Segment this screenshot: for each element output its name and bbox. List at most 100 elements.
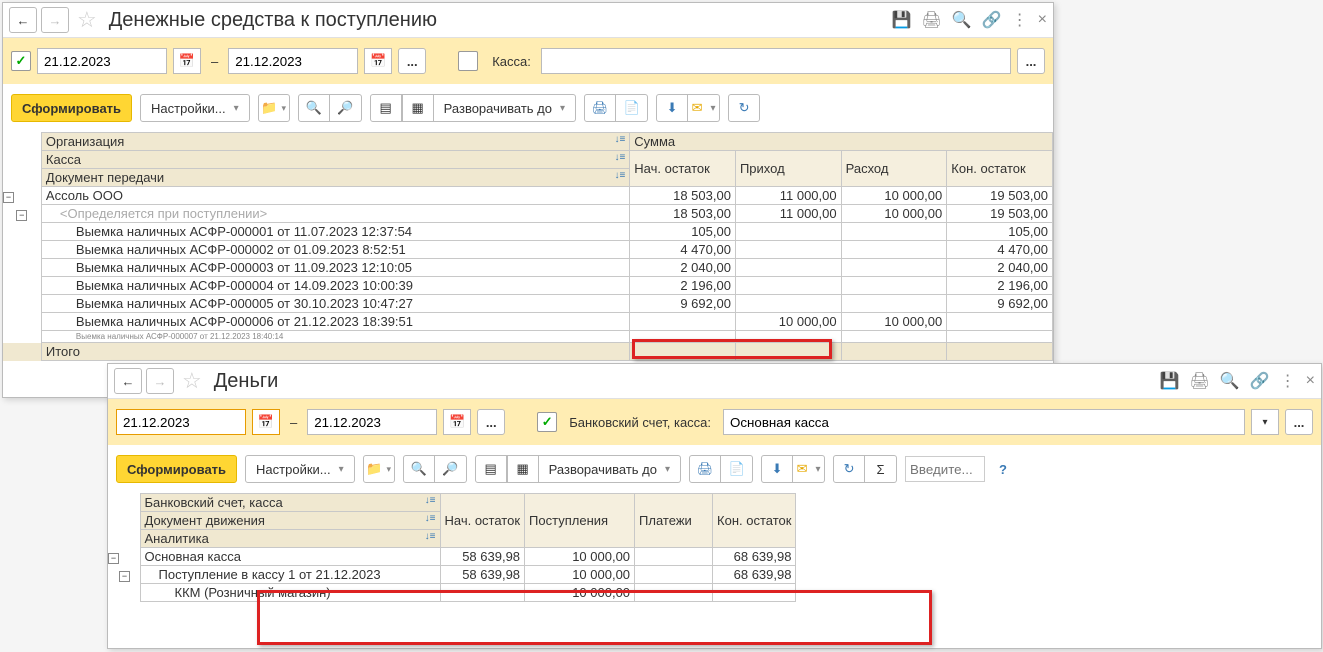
kassa-more-button[interactable]: ... <box>1017 48 1045 74</box>
kassa-label: Касса: <box>484 54 535 69</box>
favorite-icon[interactable]: ☆ <box>73 7 101 33</box>
print-icon[interactable]: 🖨 <box>922 10 942 30</box>
cell-label: Выемка наличных АСФР-000001 от 11.07.202… <box>41 223 629 241</box>
find-next-button[interactable]: 🔎 <box>330 94 362 122</box>
toolbar: Сформировать Настройки... 📁▾ 🔍 🔎 ▤ ▦ Раз… <box>108 445 1321 493</box>
save-icon[interactable]: 💾 <box>892 10 912 30</box>
table-row: − Ассоль ООО 18 503,00 11 000,00 10 000,… <box>3 187 1053 205</box>
folder-icon: 📁 <box>366 461 382 477</box>
total-row: Итого <box>3 343 1053 361</box>
expand-to-button[interactable]: Разворачивать до <box>539 455 681 483</box>
window-title: Денежные средства к поступлению <box>105 9 888 32</box>
expand-icon: ▤ <box>380 100 392 116</box>
cash-incoming-window: ← → ☆ Денежные средства к поступлению 💾 … <box>2 2 1054 398</box>
favorite-icon[interactable]: ☆ <box>178 368 206 394</box>
date-to-calendar-button[interactable]: 📅 <box>364 48 392 74</box>
refresh-button[interactable]: ↻ <box>833 455 865 483</box>
table-row: Выемка наличных АСФР-000001 от 11.07.202… <box>3 223 1053 241</box>
date-to-calendar-button[interactable]: 📅 <box>443 409 471 435</box>
nav-back-button[interactable]: ← <box>9 7 37 33</box>
close-icon[interactable]: × <box>1038 11 1047 29</box>
cell-label: Выемка наличных АСФР-000007 от 21.12.202… <box>41 331 629 343</box>
preview-button[interactable]: 📄 <box>721 455 753 483</box>
preview-icon[interactable]: 🔍 <box>952 10 972 30</box>
collapse-all-button[interactable]: ▦ <box>507 455 539 483</box>
kassa-checkbox[interactable] <box>458 51 478 71</box>
save-file-button[interactable]: ⬇ <box>656 94 688 122</box>
date-from-calendar-button[interactable]: 📅 <box>173 48 201 74</box>
toolbar: Сформировать Настройки... 📁▾ 🔍 🔎 ▤ ▦ Раз… <box>3 84 1053 132</box>
preview-page-icon: 📄 <box>623 100 639 116</box>
collapse-icon: ▦ <box>412 100 424 116</box>
link-icon[interactable]: 🔗 <box>1250 371 1270 391</box>
expand-icon: ▤ <box>485 461 497 477</box>
table-row: − Основная касса 58 639,98 10 000,00 68 … <box>108 548 796 566</box>
search-icon: 🔍 <box>306 100 322 116</box>
sum-button[interactable]: Σ <box>865 455 897 483</box>
help-icon[interactable]: ? <box>993 462 1007 477</box>
send-email-button[interactable]: ✉ <box>688 94 720 122</box>
cell-label: Выемка наличных АСФР-000004 от 14.09.202… <box>41 277 629 295</box>
mail-icon: ✉ <box>692 100 703 116</box>
period-more-button[interactable]: ... <box>398 48 426 74</box>
more-icon[interactable]: ⋮ <box>1280 371 1296 391</box>
date-from-calendar-button[interactable]: 📅 <box>252 409 280 435</box>
date-from-input[interactable] <box>37 48 167 74</box>
cell-label: ККМ (Розничный магазин) <box>140 584 440 602</box>
find-button[interactable]: 🔍 <box>298 94 330 122</box>
save-file-button[interactable]: ⬇ <box>761 455 793 483</box>
row-expander[interactable]: − <box>3 192 14 203</box>
nav-back-button[interactable]: ← <box>114 368 142 394</box>
col-sum: Сумма <box>630 133 1053 151</box>
account-checkbox[interactable] <box>537 412 557 432</box>
col-kassa: Касса↓≡ <box>41 151 629 169</box>
period-more-button[interactable]: ... <box>477 409 505 435</box>
settings-button[interactable]: Настройки... <box>245 455 355 483</box>
print-button[interactable]: 🖨 <box>689 455 721 483</box>
preview-icon[interactable]: 🔍 <box>1220 371 1240 391</box>
search-icon: 🔍 <box>411 461 427 477</box>
nav-forward-button[interactable]: → <box>146 368 174 394</box>
expand-to-button[interactable]: Разворачивать до <box>434 94 576 122</box>
account-more-button[interactable]: ... <box>1285 409 1313 435</box>
printer-icon: 🖨 <box>697 461 714 477</box>
date-from-input[interactable] <box>116 409 246 435</box>
row-expander[interactable]: − <box>108 553 119 564</box>
titlebar: ← → ☆ Деньги 💾 🖨 🔍 🔗 ⋮ × <box>108 364 1321 399</box>
close-icon[interactable]: × <box>1306 372 1315 390</box>
send-email-button[interactable]: ✉ <box>793 455 825 483</box>
date-to-input[interactable] <box>307 409 437 435</box>
nav-forward-button[interactable]: → <box>41 7 69 33</box>
cell-label: Основная касса <box>140 548 440 566</box>
more-icon[interactable]: ⋮ <box>1012 10 1028 30</box>
search-input[interactable] <box>905 456 985 482</box>
find-next-button[interactable]: 🔎 <box>435 455 467 483</box>
link-icon[interactable]: 🔗 <box>982 10 1002 30</box>
settings-button[interactable]: Настройки... <box>140 94 250 122</box>
generate-button[interactable]: Сформировать <box>11 94 132 122</box>
table-row: Выемка наличных АСФР-000004 от 14.09.202… <box>3 277 1053 295</box>
kassa-input[interactable] <box>541 48 1011 74</box>
variants-button[interactable]: 📁▾ <box>363 455 395 483</box>
account-input[interactable] <box>723 409 1245 435</box>
cell-label: Выемка наличных АСФР-000002 от 01.09.202… <box>41 241 629 259</box>
col-doc: Документ движения↓≡ <box>140 512 440 530</box>
collapse-all-button[interactable]: ▦ <box>402 94 434 122</box>
refresh-button[interactable]: ↻ <box>728 94 760 122</box>
col-income: Приход <box>735 151 841 187</box>
find-button[interactable]: 🔍 <box>403 455 435 483</box>
generate-button[interactable]: Сформировать <box>116 455 237 483</box>
date-to-input[interactable] <box>228 48 358 74</box>
period-checkbox[interactable] <box>11 51 31 71</box>
save-icon[interactable]: 💾 <box>1160 371 1180 391</box>
preview-button[interactable]: 📄 <box>616 94 648 122</box>
account-dropdown-button[interactable]: ▾ <box>1251 409 1279 435</box>
row-expander[interactable]: − <box>16 210 27 221</box>
expand-all-button[interactable]: ▤ <box>370 94 402 122</box>
variants-button[interactable]: 📁▾ <box>258 94 290 122</box>
print-icon[interactable]: 🖨 <box>1190 371 1210 391</box>
expand-all-button[interactable]: ▤ <box>475 455 507 483</box>
row-expander[interactable]: − <box>119 571 130 582</box>
print-button[interactable]: 🖨 <box>584 94 616 122</box>
folder-icon: 📁 <box>261 100 277 116</box>
